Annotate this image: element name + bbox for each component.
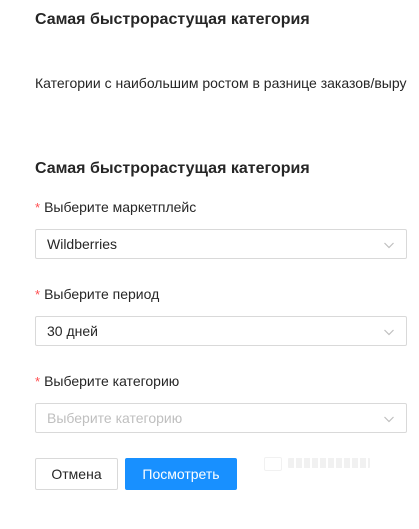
cancel-button[interactable]: Отмена	[35, 458, 118, 490]
category-select[interactable]: Выберите категорию	[35, 403, 407, 433]
page-description: Категории с наибольшим ростом в разнице …	[35, 75, 407, 91]
chevron-down-icon	[384, 416, 394, 423]
period-select[interactable]: 30 дней	[35, 316, 407, 346]
chevron-down-icon	[384, 242, 394, 249]
required-mark: *	[35, 374, 41, 389]
view-button[interactable]: Посмотреть	[125, 458, 237, 490]
marketplace-select-value: Wildberries	[47, 236, 118, 252]
chevron-down-icon	[384, 329, 394, 336]
marketplace-label: * Выберите маркетплейс	[35, 199, 196, 215]
form-title: Самая быстрорастущая категория	[35, 160, 310, 177]
watermark-wordmark	[288, 458, 370, 468]
category-select-placeholder: Выберите категорию	[47, 410, 183, 426]
page-title: Самая быстрорастущая категория	[35, 11, 310, 28]
marketplace-label-text: Выберите маркетплейс	[44, 199, 197, 215]
category-label-text: Выберите категорию	[44, 373, 180, 389]
required-mark: *	[35, 287, 41, 302]
period-label: * Выберите период	[35, 286, 159, 302]
required-mark: *	[35, 200, 41, 215]
fastest-growing-category-panel: Самая быстрорастущая категория Категории…	[0, 0, 419, 529]
watermark-icon	[264, 457, 282, 471]
marketplace-select[interactable]: Wildberries	[35, 229, 407, 259]
period-select-value: 30 дней	[47, 323, 98, 339]
watermark-logo	[264, 456, 374, 474]
period-label-text: Выберите период	[44, 286, 160, 302]
category-label: * Выберите категорию	[35, 373, 179, 389]
